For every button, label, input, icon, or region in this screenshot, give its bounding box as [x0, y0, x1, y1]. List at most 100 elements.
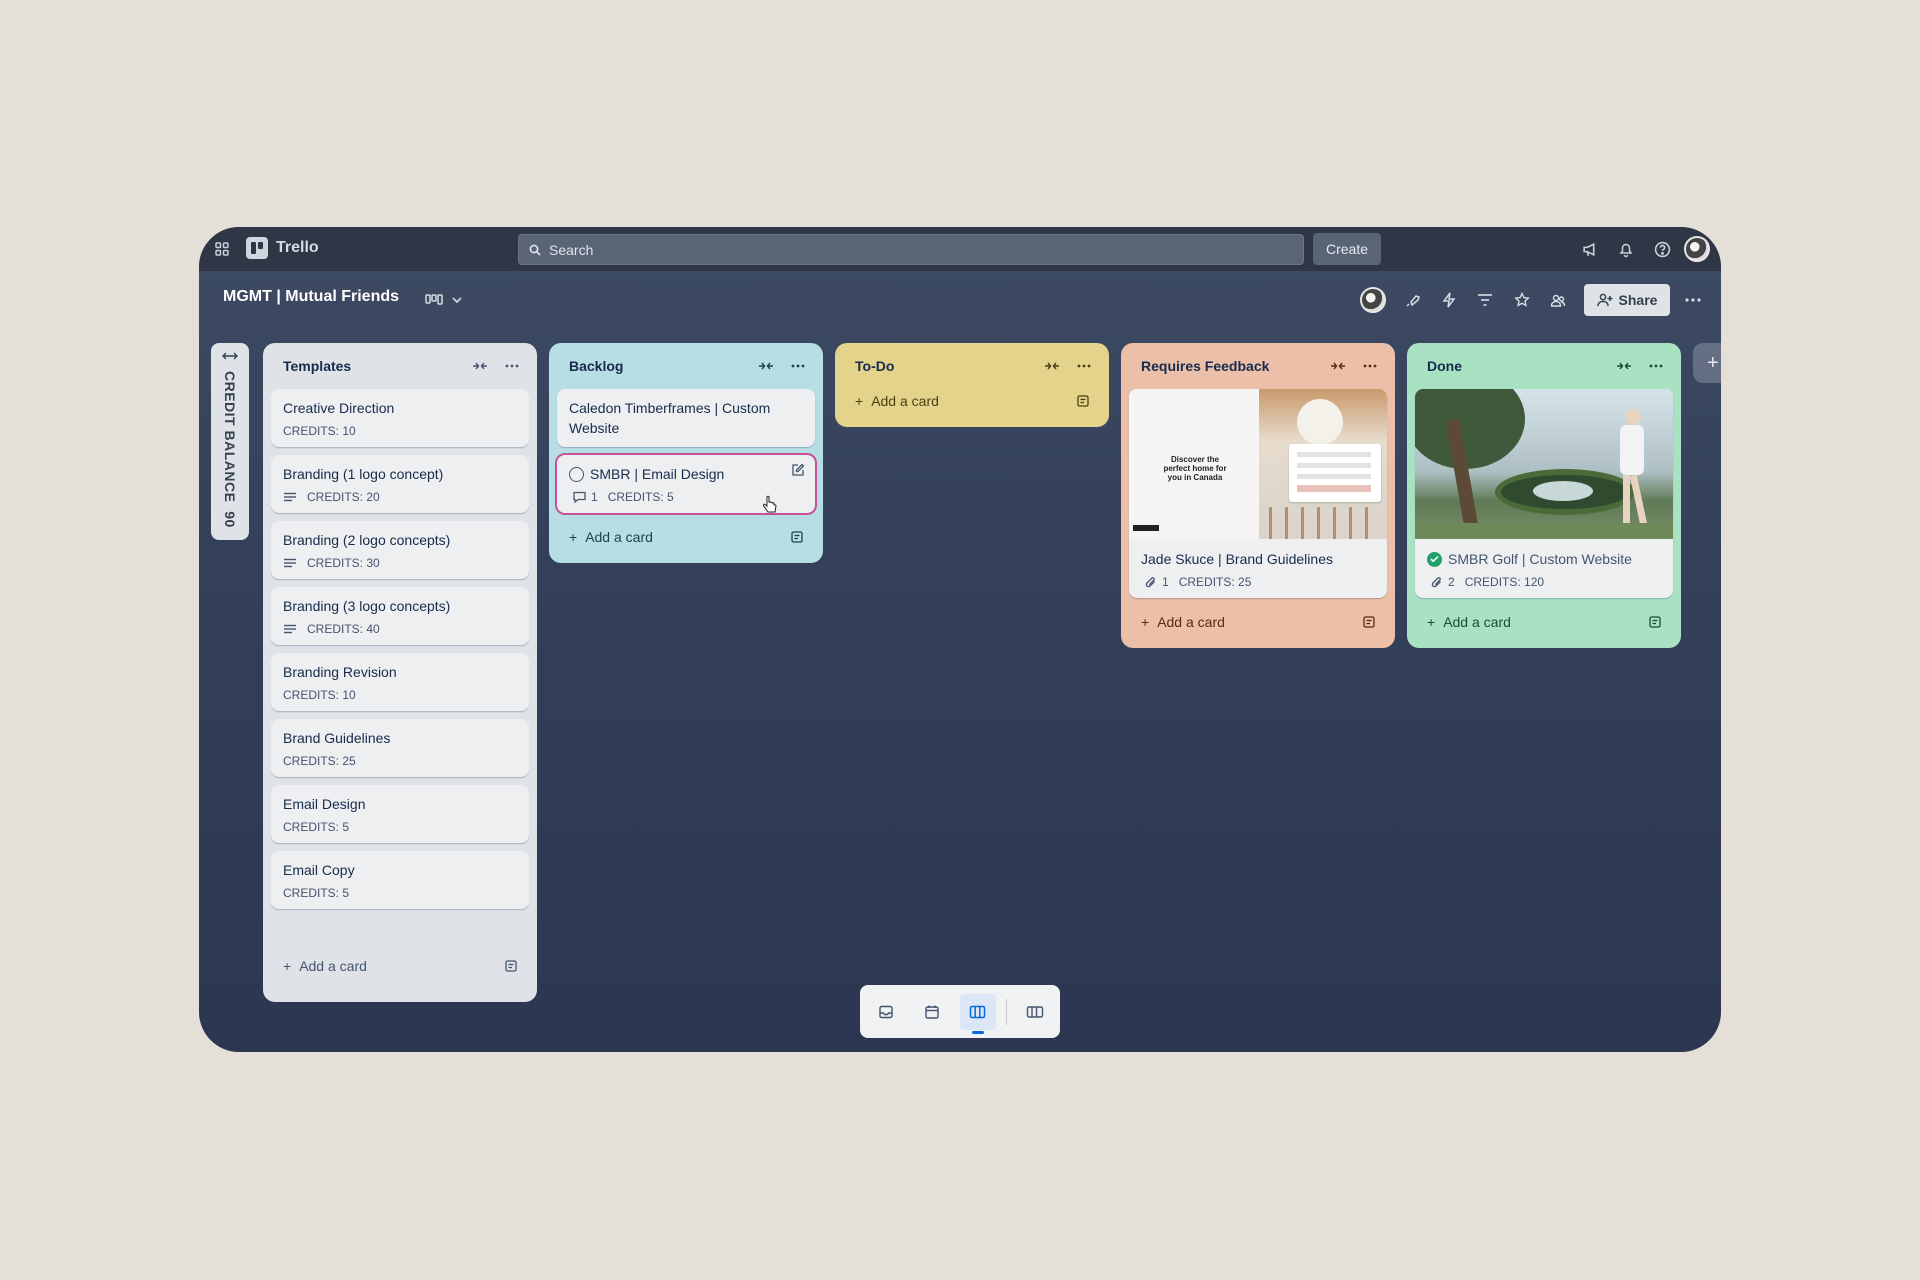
list-todo: To-Do + Add a card — [835, 343, 1109, 427]
credit-balance-list[interactable]: CREDIT BALANCE 90 — [211, 343, 249, 540]
trello-logo-icon — [246, 237, 268, 259]
card[interactable]: Branding (3 logo concepts) CREDITS: 40 — [271, 587, 529, 645]
pointer-cursor-icon — [762, 495, 777, 513]
collapse-icon[interactable] — [1325, 353, 1351, 379]
add-card-label: Add a card — [585, 529, 653, 545]
card[interactable]: Branding Revision CREDITS: 10 — [271, 653, 529, 711]
list-header[interactable]: To-Do — [843, 351, 1101, 381]
card-list: Caledon Timberframes | Custom Website SM… — [557, 389, 815, 513]
card-template-icon[interactable] — [1647, 614, 1663, 630]
board-title[interactable]: MGMT | Mutual Friends — [223, 288, 399, 306]
expand-icon — [222, 352, 238, 360]
star-icon[interactable] — [1508, 286, 1536, 314]
add-person-icon — [1596, 293, 1613, 307]
credits-badge: CREDITS: 5 — [283, 820, 350, 834]
collapse-icon[interactable] — [1611, 353, 1637, 379]
trello-logo[interactable]: Trello — [246, 237, 319, 259]
search-icon — [529, 244, 541, 256]
divider — [1005, 998, 1007, 1025]
account-avatar[interactable] — [1684, 236, 1710, 262]
board-view-button[interactable] — [959, 993, 996, 1034]
list-menu-icon[interactable] — [499, 353, 525, 379]
collapse-icon[interactable] — [1039, 353, 1065, 379]
card[interactable]: Brand Guidelines CREDITS: 25 — [271, 719, 529, 777]
automation-icon[interactable] — [1435, 286, 1463, 314]
complete-checkbox[interactable] — [569, 466, 584, 482]
description-icon — [283, 558, 297, 568]
list-menu-icon[interactable] — [1357, 353, 1383, 379]
help-icon[interactable] — [1647, 234, 1677, 264]
add-card-button[interactable]: + Add a card — [557, 519, 815, 555]
create-button[interactable]: Create — [1313, 233, 1381, 265]
add-card-button[interactable]: + Add a card — [271, 948, 529, 984]
edit-card-icon[interactable] — [791, 463, 805, 482]
card[interactable]: SMBR Golf | Custom Website 2 CREDITS: 12… — [1415, 389, 1673, 598]
megaphone-icon[interactable] — [1575, 234, 1605, 264]
card[interactable]: Email Copy CREDITS: 5 — [271, 851, 529, 909]
more-icon[interactable] — [1679, 286, 1707, 314]
inbox-icon — [878, 1005, 893, 1018]
description-icon — [283, 492, 297, 502]
paperclip-icon — [1431, 576, 1441, 587]
card-title: SMBR | Email Design — [590, 466, 725, 482]
card[interactable]: Branding (2 logo concepts) CREDITS: 30 — [271, 521, 529, 579]
plus-icon: + — [1707, 351, 1719, 374]
credits-badge: CREDITS: 20 — [307, 490, 380, 504]
plus-icon: + — [569, 529, 578, 545]
card-template-icon[interactable] — [1075, 393, 1091, 409]
card-template-icon[interactable] — [503, 958, 519, 974]
search-input[interactable]: Search — [518, 234, 1304, 265]
list-menu-icon[interactable] — [785, 353, 811, 379]
card[interactable]: Caledon Timberframes | Custom Website — [557, 389, 815, 447]
power-ups-icon[interactable] — [1399, 286, 1427, 314]
card-template-icon[interactable] — [789, 529, 805, 545]
member-avatar[interactable] — [1359, 286, 1387, 314]
comment-icon — [573, 491, 586, 503]
add-card-button[interactable]: + Add a card — [1129, 604, 1387, 640]
list-header[interactable]: Templates — [271, 351, 529, 381]
collapse-icon[interactable] — [753, 353, 779, 379]
credits-badge: CREDITS: 25 — [1178, 575, 1252, 589]
list-title[interactable]: Templates — [283, 358, 351, 374]
card[interactable]: Email Design CREDITS: 5 — [271, 785, 529, 843]
card-list: Creative Direction CREDITS: 10 Branding … — [271, 389, 529, 946]
list-title[interactable]: Requires Feedback — [1141, 358, 1269, 374]
add-list-button[interactable]: + — [1693, 343, 1721, 383]
share-label: Share — [1618, 292, 1658, 308]
completed-check-icon[interactable] — [1427, 551, 1442, 567]
inbox-view-button[interactable] — [868, 994, 904, 1030]
comments-badge: 1 — [573, 490, 598, 504]
list-header[interactable]: Done — [1415, 351, 1673, 381]
list-title[interactable]: Backlog — [569, 358, 623, 374]
list-header[interactable]: Backlog — [557, 351, 815, 381]
share-button[interactable]: Share — [1584, 284, 1670, 316]
calendar-view-button[interactable] — [914, 994, 950, 1030]
bell-icon[interactable] — [1611, 234, 1641, 264]
switch-boards-button[interactable] — [1017, 994, 1053, 1030]
card[interactable]: Branding (1 logo concept) CREDITS: 20 — [271, 455, 529, 513]
card[interactable]: Discover the perfect home for you in Can… — [1129, 389, 1387, 598]
filter-icon[interactable] — [1471, 286, 1499, 314]
card-template-icon[interactable] — [1361, 614, 1377, 630]
list-menu-icon[interactable] — [1071, 353, 1097, 379]
list-templates: Templates Creative Direction CREDITS: 10… — [263, 343, 537, 1002]
app-switcher-icon[interactable] — [207, 234, 237, 264]
list-header[interactable]: Requires Feedback — [1129, 351, 1387, 381]
collapse-icon[interactable] — [467, 353, 493, 379]
card-list: Discover the perfect home for you in Can… — [1129, 389, 1387, 598]
card-title: SMBR Golf | Custom Website — [1448, 551, 1632, 567]
card[interactable]: Creative Direction CREDITS: 10 — [271, 389, 529, 447]
add-card-button[interactable]: + Add a card — [843, 383, 1101, 419]
list-title[interactable]: Done — [1427, 358, 1462, 374]
credits-badge: CREDITS: 30 — [307, 556, 380, 570]
avatar — [1360, 287, 1386, 313]
visibility-icon[interactable] — [1544, 286, 1572, 314]
card-title: Email Design — [283, 796, 366, 812]
list-title[interactable]: To-Do — [855, 358, 894, 374]
card[interactable]: SMBR | Email Design 1 CREDITS: 5 — [557, 455, 815, 513]
card-title: Branding (1 logo concept) — [283, 466, 444, 482]
credit-balance-value: 90 — [222, 511, 238, 528]
add-card-button[interactable]: + Add a card — [1415, 604, 1673, 640]
list-menu-icon[interactable] — [1643, 353, 1669, 379]
chevron-down-icon[interactable] — [443, 286, 471, 314]
